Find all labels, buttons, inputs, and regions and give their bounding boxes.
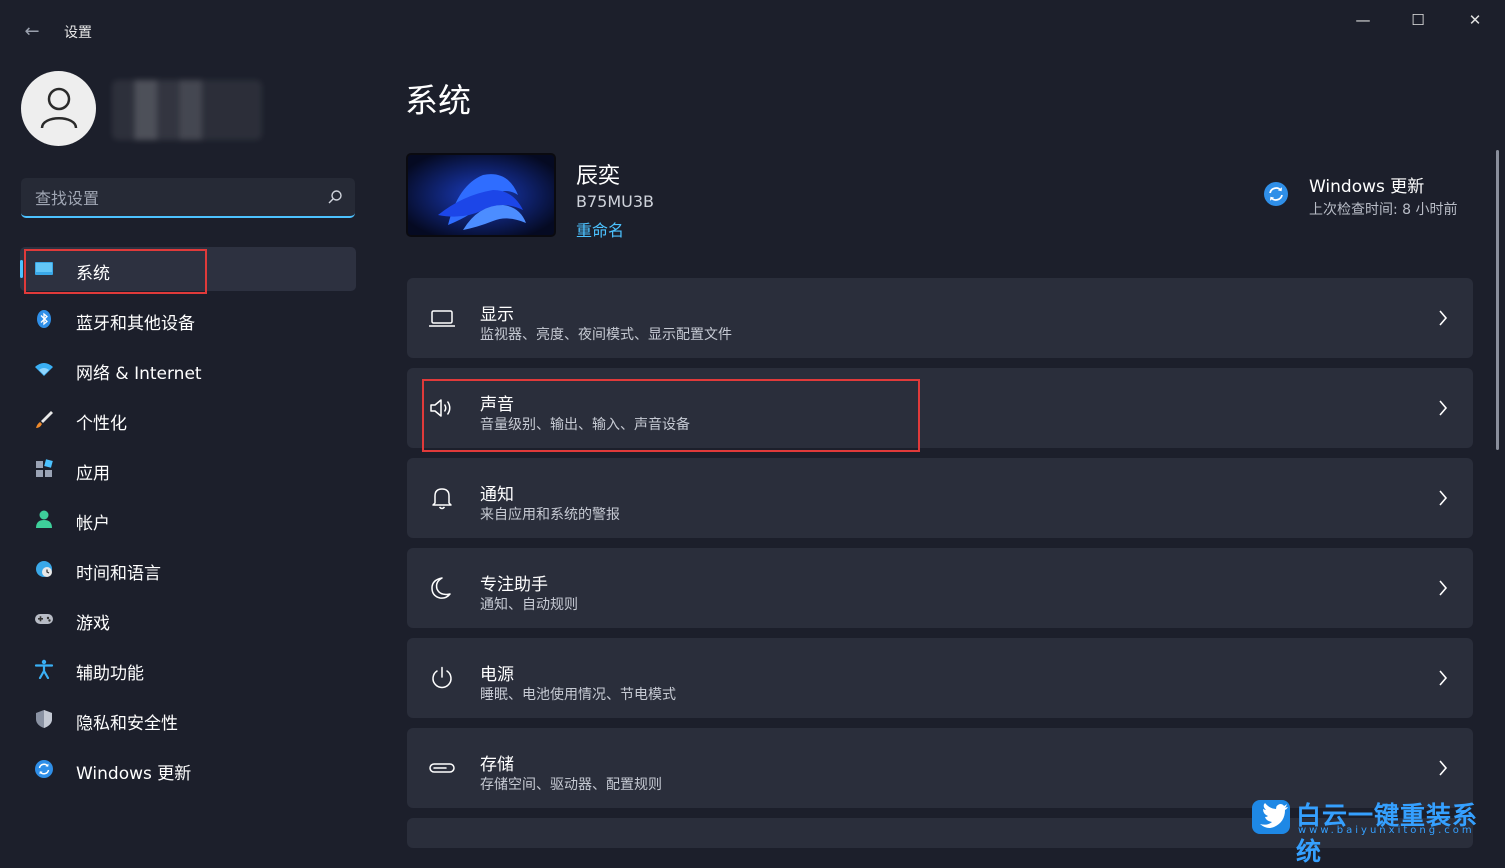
card-focus-assist[interactable]: 专注助手 通知、自动规则 bbox=[407, 548, 1473, 628]
card-power[interactable]: 电源 睡眠、电池使用情况、节电模式 bbox=[407, 638, 1473, 718]
search-box[interactable] bbox=[21, 178, 355, 218]
chevron-right-icon bbox=[1439, 670, 1448, 686]
bell-icon bbox=[432, 488, 452, 510]
brush-icon bbox=[36, 411, 53, 428]
sidebar-item-gaming[interactable]: 游戏 bbox=[20, 597, 356, 641]
watermark-url: www.baiyunxitong.com bbox=[1298, 825, 1475, 836]
card-subtitle: 来自应用和系统的警报 bbox=[480, 507, 620, 523]
globe-clock-icon bbox=[36, 561, 52, 577]
sidebar-item-label: 辅助功能 bbox=[76, 664, 144, 684]
card-title: 显示 bbox=[480, 305, 514, 325]
chevron-right-icon bbox=[1439, 760, 1448, 776]
speaker-icon bbox=[430, 399, 451, 417]
person-avatar-icon bbox=[40, 87, 78, 129]
sidebar-item-time-language[interactable]: 时间和语言 bbox=[20, 547, 356, 591]
sidebar-item-label: 系统 bbox=[76, 264, 110, 284]
sidebar-item-label: 个性化 bbox=[76, 414, 127, 434]
sidebar-item-personalization[interactable]: 个性化 bbox=[20, 397, 356, 441]
sidebar-item-label: 隐私和安全性 bbox=[76, 714, 178, 734]
active-indicator bbox=[20, 260, 23, 278]
sidebar-item-label: 时间和语言 bbox=[76, 564, 161, 584]
sidebar-item-accessibility[interactable]: 辅助功能 bbox=[20, 647, 356, 691]
sidebar-item-label: 蓝牙和其他设备 bbox=[76, 314, 195, 334]
chevron-right-icon bbox=[1439, 310, 1448, 326]
sidebar-item-label: 帐户 bbox=[76, 514, 110, 534]
card-title: 声音 bbox=[480, 395, 514, 415]
sidebar-item-label: 应用 bbox=[76, 464, 110, 484]
chevron-right-icon bbox=[1439, 490, 1448, 506]
sidebar-item-label: 游戏 bbox=[76, 614, 110, 634]
update-icon bbox=[35, 760, 53, 778]
search-input[interactable] bbox=[33, 186, 317, 210]
shield-icon bbox=[36, 710, 52, 728]
card-title: 电源 bbox=[480, 665, 514, 685]
apps-icon bbox=[36, 459, 53, 477]
maximize-button[interactable]: ☐ bbox=[1395, 8, 1441, 32]
search-icon[interactable] bbox=[327, 189, 343, 205]
main-content: 系统 辰奕 B75MU3B 重命名 Windows 更新 上次检查时间: 8 小… bbox=[380, 62, 1505, 848]
card-subtitle: 音量级别、输出、输入、声音设备 bbox=[480, 417, 690, 433]
accessibility-icon bbox=[34, 659, 54, 679]
sidebar-item-label: 网络 & Internet bbox=[76, 364, 202, 384]
device-model: B75MU3B bbox=[576, 192, 655, 211]
back-arrow-icon[interactable]: ← bbox=[20, 20, 44, 44]
device-wallpaper-thumbnail bbox=[406, 153, 556, 237]
gamepad-icon bbox=[35, 614, 53, 624]
person-icon bbox=[36, 510, 52, 528]
sidebar-item-system[interactable]: 系统 bbox=[20, 247, 356, 291]
wifi-icon bbox=[35, 363, 53, 376]
sidebar-item-label: Windows 更新 bbox=[76, 764, 192, 784]
card-sound[interactable]: 声音 音量级别、输出、输入、声音设备 bbox=[407, 368, 1473, 448]
device-name: 辰奕 bbox=[576, 164, 621, 189]
close-button[interactable]: ✕ bbox=[1452, 8, 1498, 32]
card-title: 专注助手 bbox=[480, 575, 548, 595]
storage-icon bbox=[429, 763, 455, 773]
card-subtitle: 存储空间、驱动器、配置规则 bbox=[480, 777, 662, 793]
rename-link[interactable]: 重命名 bbox=[576, 217, 624, 241]
chevron-right-icon bbox=[1439, 580, 1448, 596]
card-title: 存储 bbox=[480, 755, 514, 775]
update-status-subtitle: 上次检查时间: 8 小时前 bbox=[1309, 202, 1458, 218]
update-status-title[interactable]: Windows 更新 bbox=[1309, 172, 1424, 197]
sidebar-item-windows-update[interactable]: Windows 更新 bbox=[20, 747, 356, 791]
sidebar-item-apps[interactable]: 应用 bbox=[20, 447, 356, 491]
card-subtitle: 通知、自动规则 bbox=[480, 597, 578, 613]
card-notifications[interactable]: 通知 来自应用和系统的警报 bbox=[407, 458, 1473, 538]
windows-update-icon[interactable] bbox=[1263, 181, 1289, 207]
sidebar-item-privacy[interactable]: 隐私和安全性 bbox=[20, 697, 356, 741]
sidebar-item-network[interactable]: 网络 & Internet bbox=[20, 347, 356, 391]
wallpaper-bloom-image bbox=[408, 155, 554, 235]
bluetooth-icon bbox=[37, 310, 51, 328]
display-icon bbox=[429, 310, 455, 327]
power-icon bbox=[432, 666, 452, 689]
sidebar-item-bluetooth[interactable]: 蓝牙和其他设备 bbox=[20, 297, 356, 341]
username-redacted bbox=[112, 80, 262, 140]
watermark: 白云一键重装系统 www.baiyunxitong.com bbox=[1252, 796, 1500, 866]
chevron-right-icon bbox=[1439, 400, 1448, 416]
card-display[interactable]: 显示 监视器、亮度、夜间模式、显示配置文件 bbox=[407, 278, 1473, 358]
monitor-icon bbox=[35, 262, 53, 275]
card-subtitle: 监视器、亮度、夜间模式、显示配置文件 bbox=[480, 327, 732, 343]
app-title: 设置 bbox=[64, 25, 92, 41]
title-bar: ← 设置 — ☐ ✕ bbox=[0, 0, 1505, 62]
avatar[interactable] bbox=[21, 71, 96, 146]
twitter-bird-logo-icon bbox=[1252, 800, 1290, 834]
scrollbar-thumb[interactable] bbox=[1496, 150, 1499, 450]
minimize-button[interactable]: — bbox=[1340, 8, 1386, 32]
moon-icon bbox=[431, 577, 451, 599]
card-subtitle: 睡眠、电池使用情况、节电模式 bbox=[480, 687, 676, 703]
sidebar-item-accounts[interactable]: 帐户 bbox=[20, 497, 356, 541]
page-title: 系统 bbox=[405, 81, 471, 120]
card-title: 通知 bbox=[480, 485, 514, 505]
sidebar: 系统 蓝牙和其他设备 网络 & Internet 个性化 应用 bbox=[0, 62, 380, 842]
